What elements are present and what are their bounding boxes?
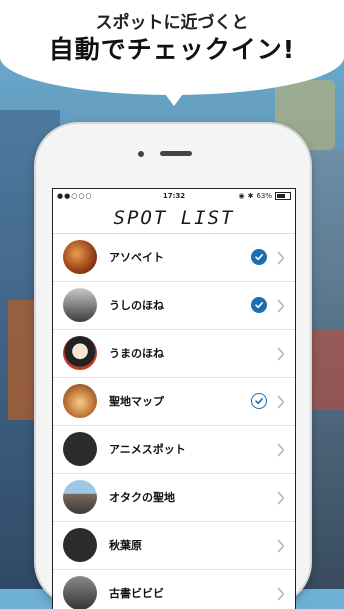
spot-row[interactable]: アニメスポット: [53, 426, 295, 474]
spot-thumbnail: [63, 480, 97, 514]
bluetooth-icon: ✱: [247, 192, 254, 200]
battery-icon: [275, 192, 291, 200]
location-icon: ◉: [238, 192, 245, 200]
camera-icon: [138, 151, 144, 157]
check-icon: [251, 249, 267, 265]
spot-name: 古書ビビビ: [109, 587, 164, 600]
page-title: SPOT LIST: [53, 203, 295, 234]
spot-name: うしのほね: [109, 299, 164, 312]
bubble-tail: [162, 90, 186, 106]
spot-row[interactable]: うしのほね: [53, 282, 295, 330]
spot-row[interactable]: 古書ビビビ: [53, 570, 295, 609]
phone-screen: ●●○○○ 17:32 ◉ ✱ 63% SPOT LIST アソベイトうしのほね…: [52, 188, 296, 609]
spot-name: アソベイト: [109, 251, 164, 264]
battery-percent: 63%: [256, 192, 272, 200]
spot-thumbnail: [63, 240, 97, 274]
spot-name: うまのほね: [109, 347, 164, 360]
chevron-right-icon: [277, 490, 285, 505]
spot-row[interactable]: うまのほね: [53, 330, 295, 378]
spot-thumbnail: [63, 288, 97, 322]
spot-list: アソベイトうしのほねうまのほね聖地マップアニメスポット オタクの聖地 秋葉原古書ビビ…: [53, 234, 295, 609]
background-sign-left: [8, 300, 38, 420]
status-bar: ●●○○○ 17:32 ◉ ✱ 63%: [53, 189, 295, 203]
spot-name: 聖地マップ: [109, 395, 164, 408]
phone-mockup: ●●○○○ 17:32 ◉ ✱ 63% SPOT LIST アソベイトうしのほね…: [36, 124, 310, 609]
check-icon: [251, 393, 267, 409]
spot-thumbnail: [63, 384, 97, 418]
chevron-right-icon: [277, 346, 285, 361]
spot-thumbnail: [63, 576, 97, 609]
chevron-right-icon: [277, 298, 285, 313]
header-bubble: スポットに近づくと 自動でチェックイン!: [0, 0, 344, 95]
spot-row[interactable]: 聖地マップ: [53, 378, 295, 426]
chevron-right-icon: [277, 442, 285, 457]
spot-row[interactable]: 秋葉原: [53, 522, 295, 570]
spot-name: 秋葉原: [109, 539, 142, 552]
spot-name: アニメスポット: [109, 443, 186, 456]
chevron-right-icon: [277, 394, 285, 409]
status-right: ◉ ✱ 63%: [238, 192, 291, 200]
spot-thumbnail: [63, 336, 97, 370]
spot-thumbnail: [63, 432, 97, 466]
spot-name: オタクの聖地: [109, 491, 175, 504]
chevron-right-icon: [277, 250, 285, 265]
spot-thumbnail: [63, 528, 97, 562]
banner-headline: 自動でチェックイン!: [48, 35, 296, 64]
spot-row[interactable]: アソベイト: [53, 234, 295, 282]
chevron-right-icon: [277, 538, 285, 553]
chevron-right-icon: [277, 586, 285, 601]
check-icon: [251, 297, 267, 313]
speaker-grille: [160, 151, 192, 156]
spot-row[interactable]: オタクの聖地: [53, 474, 295, 522]
